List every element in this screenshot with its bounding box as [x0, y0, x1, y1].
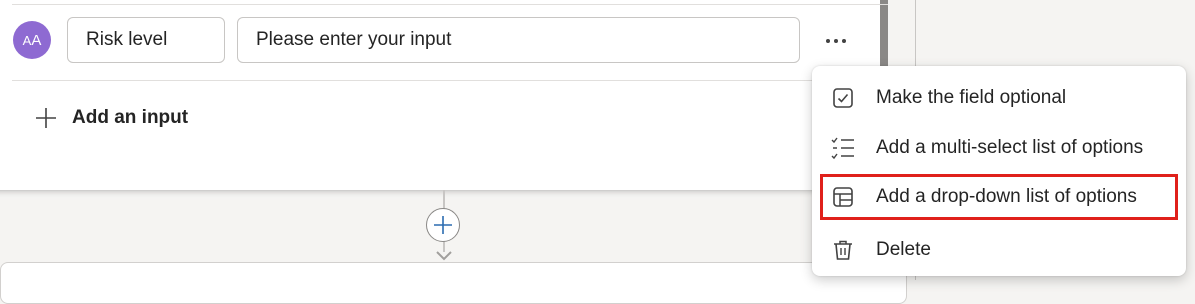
input-name-field[interactable]: Risk level — [67, 17, 225, 63]
add-input-label: Add an input — [72, 107, 189, 128]
menu-item-label: Add a drop-down list of options — [876, 186, 1137, 207]
menu-item-label: Delete — [876, 239, 931, 260]
avatar-letter-big: A — [31, 31, 42, 49]
plus-icon — [36, 108, 56, 128]
table-dropdown-icon — [830, 184, 856, 210]
input-value-placeholder: Please enter your input — [256, 29, 452, 50]
divider-bottom — [12, 80, 888, 81]
ellipsis-icon — [826, 39, 846, 43]
add-input-button[interactable]: Add an input — [34, 100, 188, 136]
input-name-value: Risk level — [86, 29, 168, 50]
menu-item-label: Add a multi-select list of options — [876, 137, 1144, 158]
menu-item-make-optional[interactable]: Make the field optional — [820, 75, 1178, 121]
avatar-letter-small: A — [22, 32, 32, 48]
trash-icon — [830, 237, 856, 263]
checklist-icon — [830, 135, 856, 161]
next-step-card[interactable] — [0, 262, 907, 304]
more-options-button[interactable] — [820, 26, 852, 56]
menu-item-delete[interactable]: Delete — [820, 227, 1178, 273]
avatar: AA — [13, 21, 51, 59]
divider-top — [12, 4, 888, 5]
menu-item-drop-down[interactable]: Add a drop-down list of options — [820, 174, 1178, 220]
insert-step-button[interactable] — [426, 208, 460, 242]
add-step-icon — [434, 216, 452, 234]
arrow-down-icon — [436, 251, 452, 261]
checkbox-icon — [830, 85, 856, 111]
input-value-field[interactable]: Please enter your input — [237, 17, 800, 63]
context-menu: Make the field optional Add a multi-sele… — [812, 66, 1186, 276]
menu-item-multi-select[interactable]: Add a multi-select list of options — [820, 125, 1178, 171]
menu-item-label: Make the field optional — [876, 87, 1067, 108]
